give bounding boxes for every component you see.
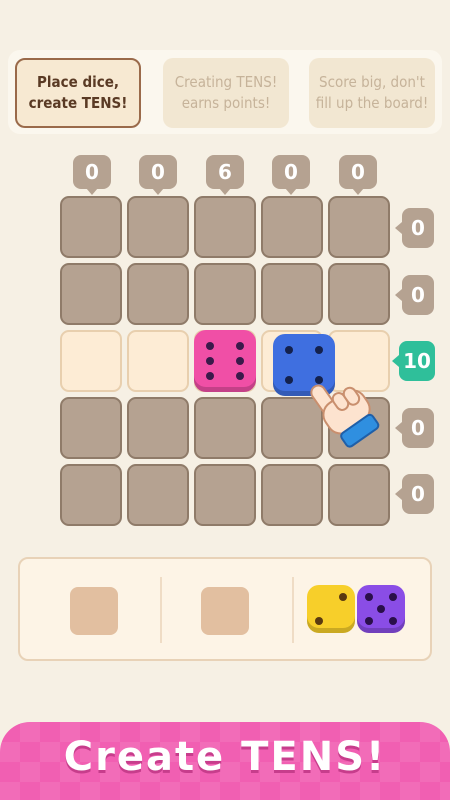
column-sum-badge: 0 <box>73 155 111 195</box>
tray-slot-empty[interactable] <box>201 587 249 635</box>
pointer-hand-icon <box>304 370 394 450</box>
die-pip <box>235 357 244 365</box>
banner-title: Create TENS! <box>63 734 387 780</box>
board-cell[interactable] <box>127 263 189 325</box>
board-cell[interactable] <box>261 196 323 258</box>
column-sum-badge: 0 <box>272 155 310 195</box>
die-pip <box>285 346 294 355</box>
board-cell[interactable] <box>194 397 256 459</box>
board-cell[interactable] <box>194 263 256 325</box>
die-pip <box>388 593 397 602</box>
die-pip <box>206 357 215 365</box>
board-cell[interactable] <box>328 263 390 325</box>
die-6[interactable] <box>194 330 256 392</box>
column-sum-badge: 0 <box>339 155 377 195</box>
die-pip <box>206 342 215 351</box>
board-cell[interactable] <box>127 464 189 526</box>
board-cell[interactable] <box>127 196 189 258</box>
row-sum-badge-highlight: 10 <box>392 341 435 381</box>
board-cell[interactable] <box>127 397 189 459</box>
dice-tray <box>18 557 432 661</box>
die-pip <box>235 342 244 351</box>
tip-creating-tens[interactable]: Creating TENS! earns points! <box>163 58 289 128</box>
board-cell[interactable] <box>261 263 323 325</box>
die-5[interactable] <box>357 585 405 633</box>
board-cell[interactable] <box>328 464 390 526</box>
tip-score-big[interactable]: Score big, don't fill up the board! <box>309 58 435 128</box>
board-cell[interactable] <box>194 464 256 526</box>
tip-place-dice[interactable]: Place dice, create TENS! <box>15 58 141 128</box>
die-pip <box>315 616 324 625</box>
die-pip <box>388 616 397 625</box>
die-pip <box>285 375 294 384</box>
tray-slot-empty[interactable] <box>70 587 118 635</box>
die-2[interactable] <box>307 585 355 633</box>
die-pip <box>365 593 374 602</box>
die-pip <box>314 346 323 355</box>
board-cell[interactable] <box>60 196 122 258</box>
row-sum-badge: 0 <box>395 208 434 248</box>
board-cell[interactable] <box>127 330 189 392</box>
column-sum-badge: 6 <box>206 155 244 195</box>
board-cell[interactable] <box>60 263 122 325</box>
board-cell[interactable] <box>261 464 323 526</box>
row-sum-badge: 0 <box>395 474 434 514</box>
tutorial-bar: Place dice, create TENS! Creating TENS! … <box>8 50 442 134</box>
board-cell[interactable] <box>60 397 122 459</box>
column-sum-badge: 0 <box>139 155 177 195</box>
tray-dice-piece[interactable] <box>307 585 407 637</box>
game-board <box>60 196 392 528</box>
tray-divider <box>160 577 162 643</box>
tray-divider <box>292 577 294 643</box>
die-pip <box>206 371 215 380</box>
die-pip <box>377 605 385 613</box>
die-pip <box>338 593 347 602</box>
board-cell[interactable] <box>194 196 256 258</box>
promo-banner: Create TENS! <box>0 722 450 800</box>
board-cell[interactable] <box>328 196 390 258</box>
die-pip <box>365 616 374 625</box>
board-cell[interactable] <box>60 330 122 392</box>
row-sum-badge: 0 <box>395 408 434 448</box>
die-pip <box>235 371 244 380</box>
board-cell[interactable] <box>60 464 122 526</box>
row-sum-badge: 0 <box>395 275 434 315</box>
